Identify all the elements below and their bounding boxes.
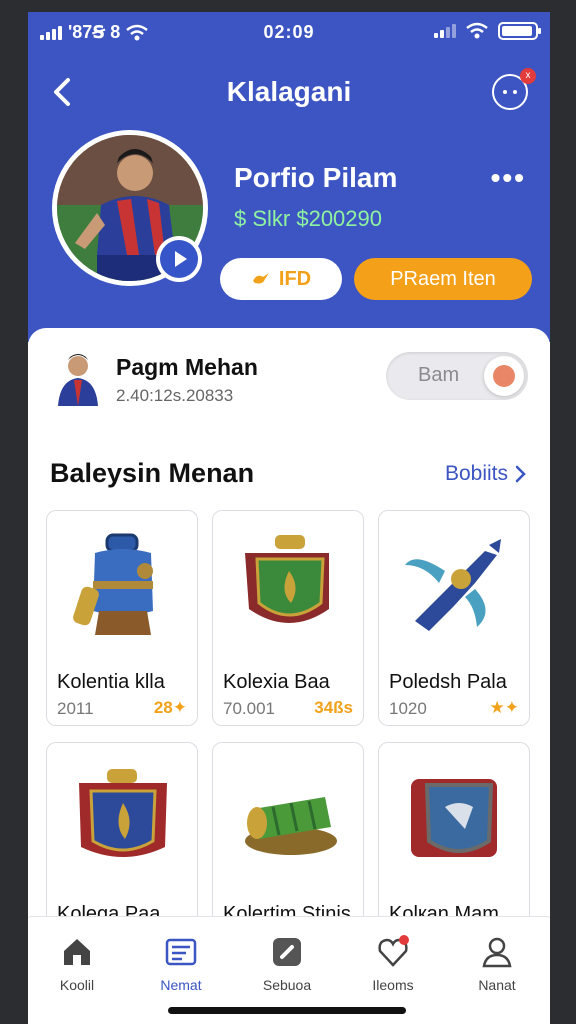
document-icon — [165, 938, 197, 966]
see-all-label: Bobiits — [444, 462, 508, 485]
user-id: 2.40:12s.20833 — [116, 386, 234, 405]
bottom-nav: Koolil Nemat Sebuoa Ileoms Nanat — [28, 916, 550, 1024]
more-options-icon[interactable]: ••• — [491, 162, 526, 194]
sack-blue-icon — [73, 533, 153, 635]
chat-icon[interactable]: x — [492, 68, 536, 110]
nav-label: Nanat — [478, 977, 516, 993]
chest-red-icon — [79, 769, 167, 857]
nav-label: Nemat — [160, 977, 202, 993]
player-name: Porfio Pilam — [234, 162, 398, 193]
notification-badge: x — [520, 68, 536, 84]
chest-shield-icon — [411, 779, 497, 857]
collection-item[interactable]: Koleхia Baa 70.001 34ßs — [212, 510, 364, 726]
player-balance: $ Slkr $200290 — [234, 206, 382, 231]
play-button[interactable] — [156, 236, 202, 282]
item-name: Poledsh Pala — [389, 671, 507, 693]
green-roll-icon — [245, 797, 337, 855]
battery-icon — [498, 22, 541, 40]
shield-green-icon — [245, 535, 329, 623]
status-bar: '87Ꞩ 8 02:09 — [28, 12, 550, 52]
secondary-action-button[interactable]: PRaem Iten — [354, 258, 532, 300]
mode-toggle[interactable]: Bam — [386, 352, 528, 400]
item-badge: 28✦ — [153, 698, 187, 717]
nav-item-home[interactable]: Koolil — [32, 935, 122, 993]
chevron-right-icon — [515, 465, 526, 483]
primary-action-label: IFD — [278, 267, 312, 290]
secondary-action-label: PRaem Iten — [390, 267, 496, 290]
bird-icon — [252, 273, 269, 284]
dragon-icon — [405, 539, 501, 631]
home-indicator[interactable] — [168, 1007, 406, 1014]
signal-icon-right — [434, 24, 456, 38]
user-name: Pagm Mehan — [116, 354, 258, 380]
heart-icon — [378, 935, 409, 967]
item-name: Kolentia klla — [57, 671, 165, 693]
nav-item-document[interactable]: Nemat — [136, 935, 226, 993]
item-name: Koleхia Baa — [223, 671, 330, 693]
nav-label: Koolil — [59, 977, 95, 993]
item-year: 1020 — [389, 699, 427, 718]
nav-label: Ileoms — [372, 977, 414, 993]
item-year: 70.001 — [223, 699, 275, 718]
nav-item-tag[interactable]: Sebuoa — [242, 935, 332, 993]
nav-item-user[interactable]: Nanat — [452, 935, 542, 993]
tag-icon — [273, 938, 301, 966]
item-badge: ★✦ — [489, 698, 519, 717]
nav-item-heart[interactable]: Ileoms — [348, 935, 438, 993]
primary-action-button[interactable]: IFD — [220, 258, 342, 300]
user-avatar-icon[interactable] — [50, 348, 100, 408]
toggle-knob — [484, 356, 524, 396]
user-icon — [482, 937, 512, 968]
page-title: Klalagani — [226, 76, 352, 107]
nav-label: Sebuoa — [262, 977, 312, 993]
section-title: Baleysin Menan — [50, 458, 255, 488]
profile-header: '87Ꞩ 8 02:09 Klalagani x Porfio Pilam ••… — [28, 12, 550, 342]
play-icon — [160, 240, 198, 278]
toggle-label: Bam — [418, 364, 460, 386]
item-year: 2011 — [57, 699, 94, 718]
see-all-link[interactable]: Bobiits — [445, 462, 526, 486]
collection-item[interactable]: Poledsh Pala 1020 ★✦ — [378, 510, 530, 726]
home-icon — [64, 939, 90, 965]
phone-screen: '87Ꞩ 8 02:09 Klalagani x Porfio Pilam ••… — [28, 12, 550, 1024]
collection-item[interactable]: Kolentia klla 2011 28✦ — [46, 510, 198, 726]
item-badge: 34ßs — [314, 698, 353, 717]
wifi-icon-right — [466, 22, 488, 39]
